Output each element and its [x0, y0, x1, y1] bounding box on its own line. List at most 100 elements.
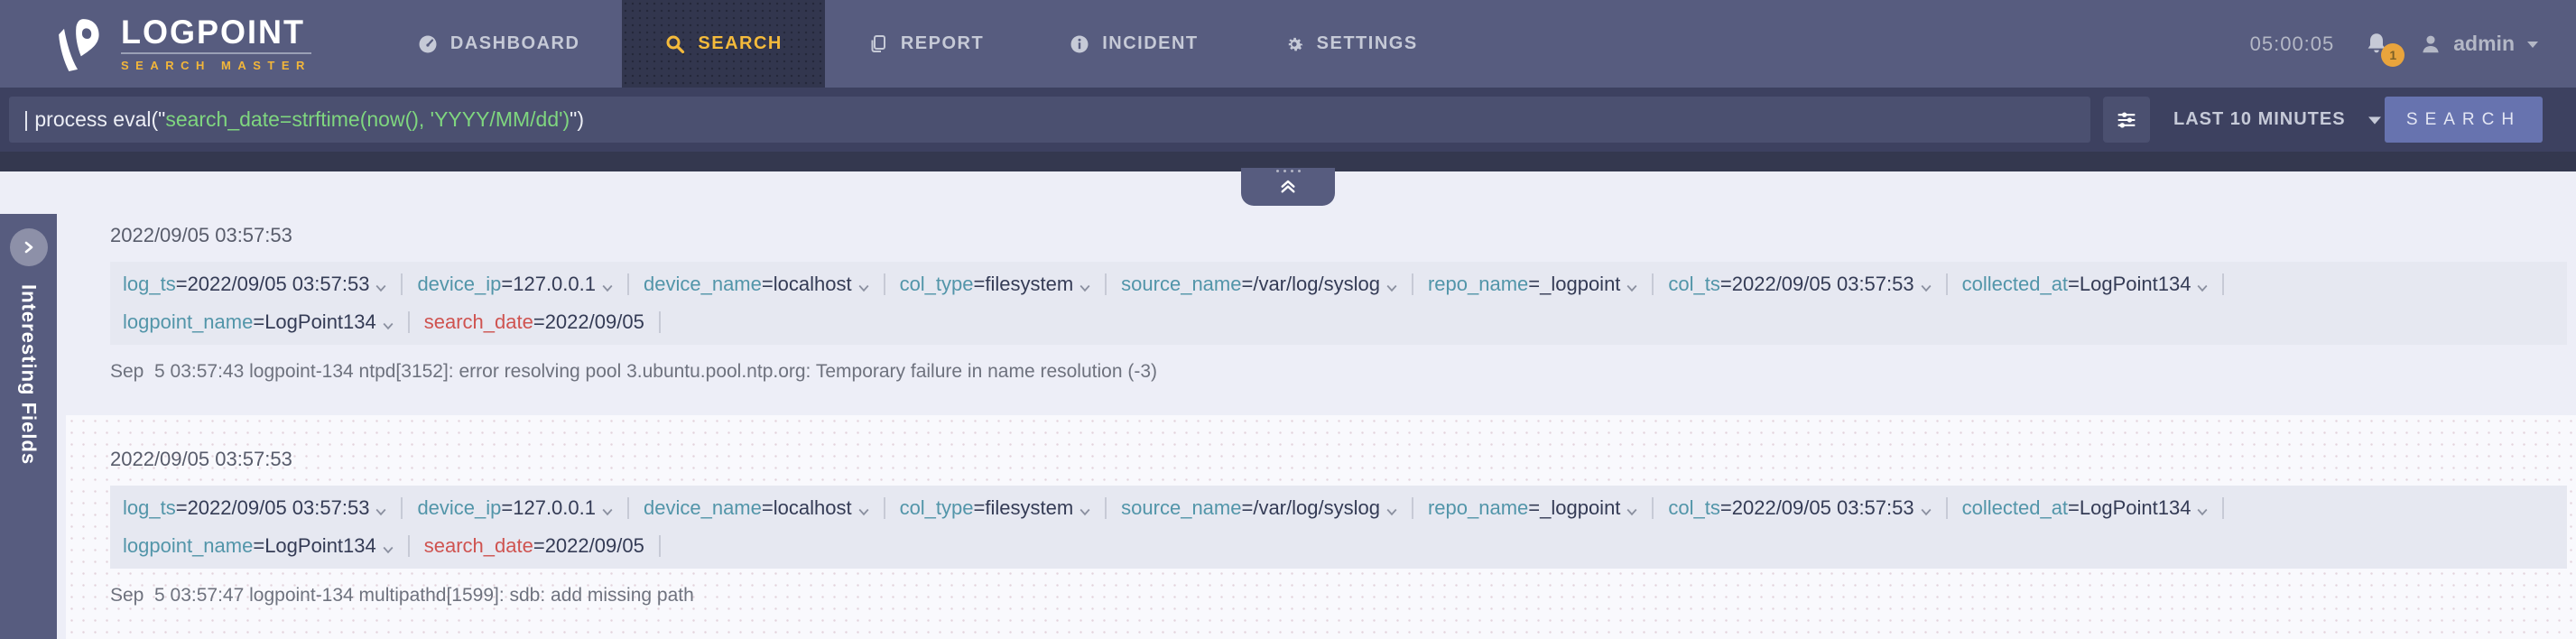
- field-chip[interactable]: source_name=/var/log/syslog: [1121, 265, 1428, 303]
- field-name: source_name: [1121, 273, 1241, 296]
- query-suffix: "): [570, 107, 584, 132]
- chevron-down-icon[interactable]: [1921, 284, 1932, 292]
- nav-item-dashboard[interactable]: DASHBOARD: [375, 0, 623, 88]
- field-divider: [1412, 273, 1413, 295]
- chevron-down-icon: [2366, 114, 2384, 126]
- field-chip[interactable]: repo_name=_logpoint: [1428, 265, 1668, 303]
- field-chip[interactable]: device_ip=127.0.0.1: [417, 489, 644, 527]
- chevron-down-icon[interactable]: [602, 284, 613, 292]
- field-name: col_ts: [1668, 273, 1719, 296]
- chevron-down-icon[interactable]: [1386, 284, 1397, 292]
- chevron-down-icon[interactable]: [2197, 508, 2208, 516]
- chevron-down-icon[interactable]: [858, 284, 869, 292]
- chevron-down-icon[interactable]: [375, 284, 386, 292]
- field-chip[interactable]: repo_name=_logpoint: [1428, 489, 1668, 527]
- field-value: =localhost: [762, 496, 852, 520]
- query-input[interactable]: | process eval("search_date=strftime(now…: [9, 97, 2090, 143]
- field-value: =LogPoint134: [2068, 273, 2191, 296]
- chevron-down-icon[interactable]: [1921, 508, 1932, 516]
- field-value: =filesystem: [974, 496, 1074, 520]
- field-chip[interactable]: device_name=localhost: [644, 489, 900, 527]
- log-entry: 2022/09/05 03:57:53 log_ts=2022/09/05 03…: [66, 415, 2576, 639]
- notifications-button[interactable]: 1: [2363, 31, 2390, 58]
- field-chip[interactable]: log_ts=2022/09/05 03:57:53: [123, 489, 417, 527]
- field-chip[interactable]: col_ts=2022/09/05 03:57:53: [1668, 489, 1961, 527]
- field-name: repo_name: [1428, 273, 1528, 296]
- field-divider: [627, 497, 629, 519]
- field-chip[interactable]: log_ts=2022/09/05 03:57:53: [123, 265, 417, 303]
- nav-item-label: SEARCH: [698, 33, 782, 54]
- field-chip[interactable]: logpoint_name=LogPoint134: [123, 527, 424, 565]
- field-list: log_ts=2022/09/05 03:57:53 device_ip=127…: [110, 486, 2567, 569]
- field-divider: [627, 273, 629, 295]
- field-chip[interactable]: col_type=filesystem: [900, 265, 1122, 303]
- field-name: collected_at: [1962, 273, 2068, 296]
- logo-text: LOGPOINT SEARCH MASTER: [121, 16, 311, 72]
- nav-item-report[interactable]: REPORT: [825, 0, 1026, 88]
- chevron-down-icon[interactable]: [1080, 508, 1090, 516]
- field-divider: [401, 273, 403, 295]
- logpoint-logo-icon: [52, 17, 103, 71]
- field-value: =/var/log/syslog: [1241, 496, 1379, 520]
- chevron-down-icon[interactable]: [383, 546, 394, 554]
- log-entry: 2022/09/05 03:57:53 log_ts=2022/09/05 03…: [0, 224, 2576, 383]
- incident-info-icon: [1069, 33, 1090, 55]
- field-chip[interactable]: collected_at=LogPoint134: [1962, 489, 2239, 527]
- field-value: =_logpoint: [1528, 496, 1620, 520]
- log-message: Sep 5 03:57:43 logpoint-134 ntpd[3152]: …: [110, 361, 2576, 383]
- field-name: source_name: [1121, 496, 1241, 520]
- field-value: =2022/09/05 03:57:53: [1720, 496, 1914, 520]
- chevron-right-icon: [22, 240, 36, 255]
- nav-item-settings[interactable]: SETTINGS: [1241, 0, 1460, 88]
- chevron-down-icon[interactable]: [383, 322, 394, 330]
- nav-item-incident[interactable]: INCIDENT: [1026, 0, 1240, 88]
- field-value: =filesystem: [974, 273, 1074, 296]
- field-name: device_ip: [417, 273, 501, 296]
- field-chip[interactable]: search_date=2022/09/05: [424, 303, 675, 341]
- field-name: repo_name: [1428, 496, 1528, 520]
- field-chip[interactable]: device_name=localhost: [644, 265, 900, 303]
- field-value: =LogPoint134: [2068, 496, 2191, 520]
- field-chip[interactable]: logpoint_name=LogPoint134: [123, 303, 424, 341]
- field-name: log_ts: [123, 273, 176, 296]
- field-chip[interactable]: search_date=2022/09/05: [424, 527, 675, 565]
- collapse-panel-tab[interactable]: [1241, 168, 1335, 206]
- navbar-right: 05:00:05 1 admin: [2250, 0, 2576, 88]
- sliders-icon: [2114, 107, 2139, 133]
- chevron-down-icon[interactable]: [602, 508, 613, 516]
- field-divider: [1946, 273, 1948, 295]
- search-toolbar: | process eval("search_date=strftime(now…: [0, 88, 2576, 152]
- field-divider: [659, 535, 661, 557]
- notification-badge: 1: [2381, 43, 2405, 67]
- query-filter-button[interactable]: [2103, 97, 2150, 143]
- chevron-down-icon[interactable]: [1626, 284, 1637, 292]
- chevron-down-icon[interactable]: [1626, 508, 1637, 516]
- field-chip[interactable]: collected_at=LogPoint134: [1962, 265, 2239, 303]
- field-divider: [2222, 497, 2224, 519]
- chevron-down-icon[interactable]: [1080, 284, 1090, 292]
- field-divider: [1946, 497, 1948, 519]
- nav-item-search[interactable]: SEARCH: [622, 0, 824, 88]
- nav-item-label: REPORT: [901, 33, 984, 54]
- chevron-down-icon: [2525, 39, 2540, 50]
- search-button[interactable]: SEARCH: [2385, 97, 2543, 143]
- field-name: search_date: [424, 310, 533, 334]
- chevron-down-icon[interactable]: [2197, 284, 2208, 292]
- field-name: device_name: [644, 496, 762, 520]
- entry-timestamp: 2022/09/05 03:57:53: [110, 224, 2576, 247]
- field-name: device_name: [644, 273, 762, 296]
- field-chip[interactable]: col_type=filesystem: [900, 489, 1122, 527]
- field-chip[interactable]: device_ip=127.0.0.1: [417, 265, 644, 303]
- field-name: device_ip: [417, 496, 501, 520]
- field-value: =LogPoint134: [253, 534, 375, 558]
- user-menu[interactable]: admin: [2419, 32, 2540, 56]
- sidebar-expand-button[interactable]: [10, 228, 48, 266]
- field-chip[interactable]: source_name=/var/log/syslog: [1121, 489, 1428, 527]
- chevron-down-icon[interactable]: [375, 508, 386, 516]
- chevron-down-icon[interactable]: [858, 508, 869, 516]
- time-range-dropdown[interactable]: LAST 10 MINUTES: [2173, 97, 2384, 143]
- field-value: =127.0.0.1: [501, 496, 596, 520]
- entry-timestamp: 2022/09/05 03:57:53: [110, 448, 2576, 471]
- field-chip[interactable]: col_ts=2022/09/05 03:57:53: [1668, 265, 1961, 303]
- chevron-down-icon[interactable]: [1386, 508, 1397, 516]
